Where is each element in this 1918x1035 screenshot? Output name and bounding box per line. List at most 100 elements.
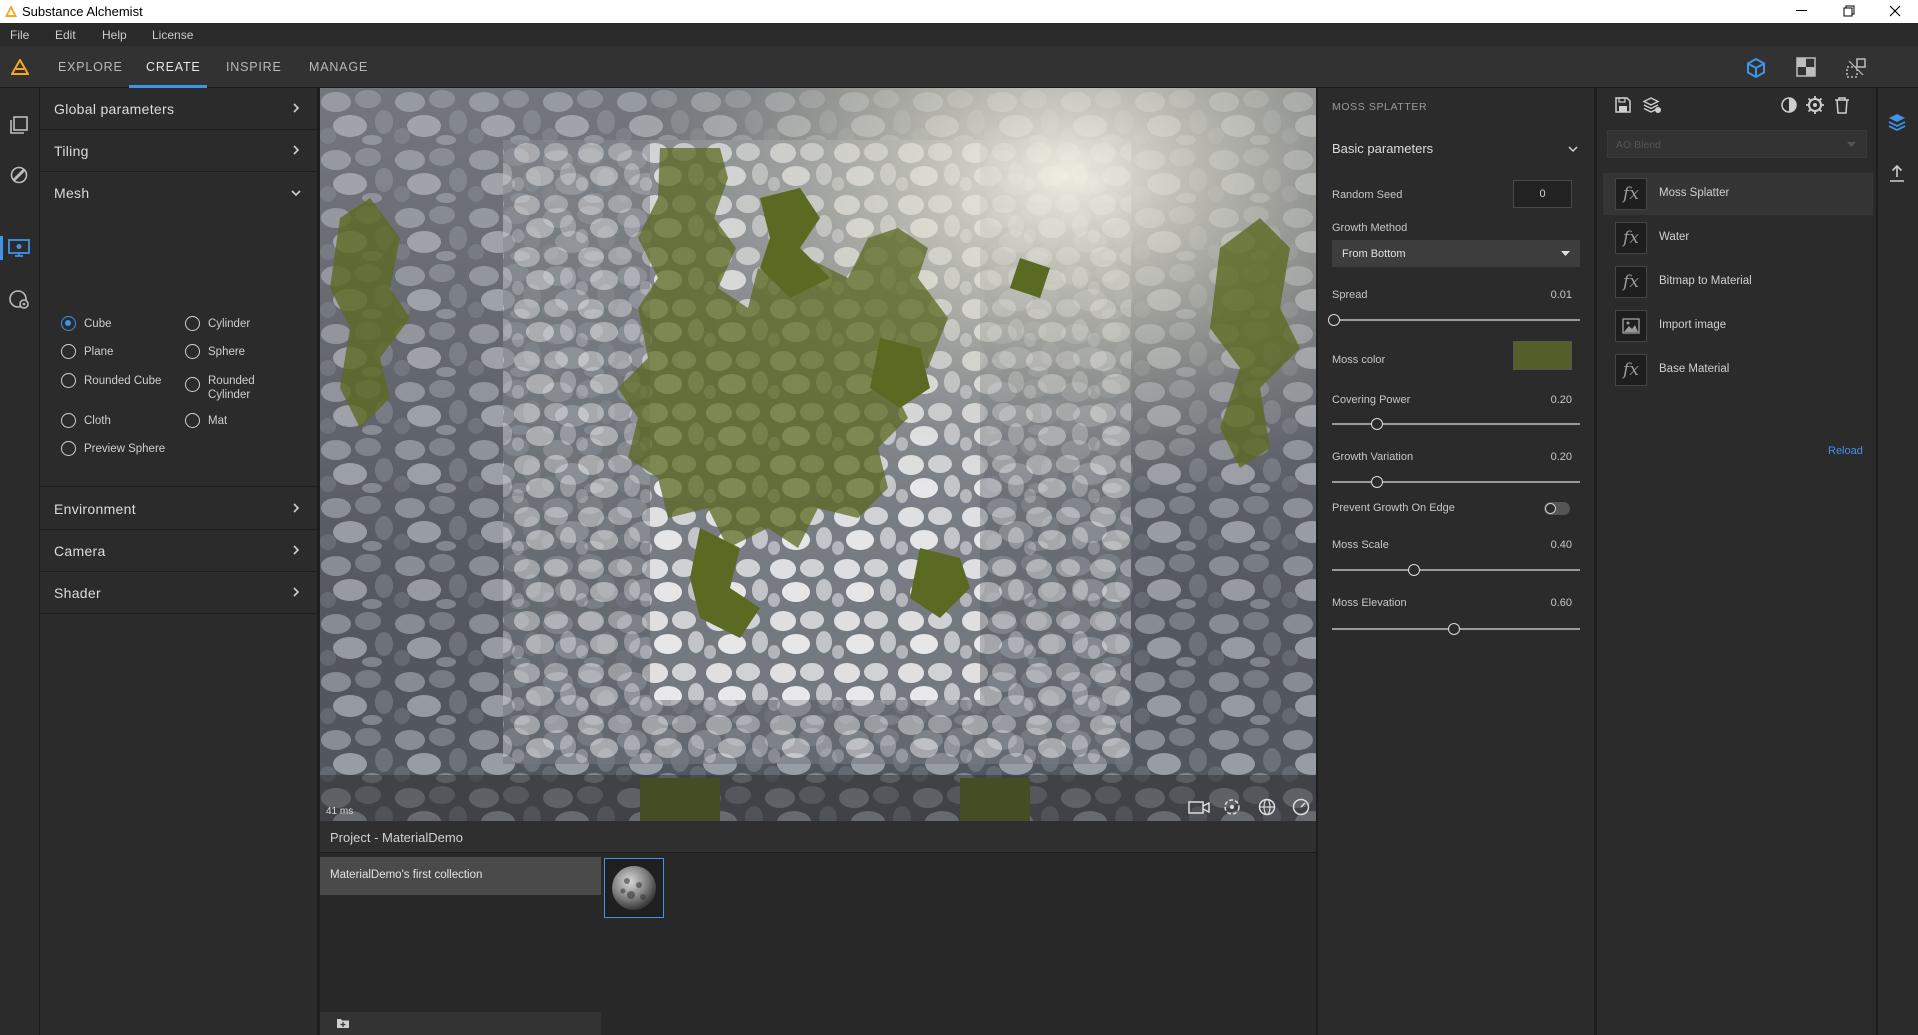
- menu-file[interactable]: File: [10, 28, 29, 42]
- mesh-section[interactable]: Mesh: [40, 172, 318, 214]
- group-title: Basic parameters: [1332, 141, 1434, 156]
- prevent-growth-toggle[interactable]: [1544, 502, 1570, 515]
- dropdown-arrow-icon: [1847, 142, 1856, 147]
- chevron-right-icon: [292, 545, 300, 555]
- random-seed-input[interactable]: 0: [1513, 180, 1572, 208]
- delete-icon[interactable]: [1834, 96, 1850, 114]
- chevron-right-icon: [292, 587, 300, 597]
- layer-item-moss-splatter[interactable]: fx Moss Splatter: [1603, 173, 1873, 215]
- menu-help[interactable]: Help: [102, 28, 127, 42]
- project-footer: [320, 1012, 601, 1035]
- app-logo-icon: [4, 4, 18, 18]
- covering-power-slider[interactable]: [1332, 418, 1580, 430]
- moss-color-swatch[interactable]: [1513, 341, 1572, 370]
- layers-stack-icon[interactable]: [1642, 96, 1662, 114]
- menu-license[interactable]: License: [152, 28, 193, 42]
- reset-view-icon[interactable]: [1291, 797, 1311, 817]
- blend-dropdown[interactable]: AO Blend: [1607, 130, 1867, 158]
- spread-slider[interactable]: [1328, 314, 1580, 326]
- material-render: [320, 88, 1316, 821]
- moss-elevation-value: 0.60: [1550, 597, 1572, 609]
- filter-settings-icon[interactable]: [1805, 95, 1825, 115]
- export-icon[interactable]: [1888, 164, 1906, 184]
- top-nav: EXPLORE CREATE INSPIRE MANAGE: [0, 46, 1918, 88]
- basic-parameters-group[interactable]: Basic parameters: [1318, 130, 1595, 166]
- split-view-icon[interactable]: [1845, 57, 1867, 79]
- material-thumbnail[interactable]: [604, 858, 664, 918]
- covering-power-value: 0.20: [1550, 394, 1572, 406]
- project-panel: Project - MaterialDemo MaterialDemo's fi…: [320, 821, 1316, 1035]
- covering-power-label: Covering Power: [1332, 394, 1411, 406]
- collection-item[interactable]: MaterialDemo's first collection: [320, 857, 601, 895]
- alchemist-logo-icon: [11, 59, 29, 75]
- 2d-view-icon[interactable]: [1796, 57, 1816, 77]
- layer-name: Moss Splatter: [1659, 187, 1730, 199]
- layer-item-bitmap-to-material[interactable]: fx Bitmap to Material: [1603, 261, 1873, 303]
- mesh-options: Cube Cylinder Plane Sphere Rounded Cube …: [40, 214, 318, 487]
- display-settings-icon[interactable]: [8, 238, 30, 258]
- right-toolbar: [1878, 88, 1918, 1035]
- moss-scale-slider[interactable]: [1332, 564, 1580, 576]
- image-icon: [1615, 310, 1647, 342]
- left-toolbar: [0, 88, 40, 1035]
- material-sphere-icon: [612, 866, 656, 910]
- layer-name: Water: [1659, 231, 1690, 243]
- radio-icon: [61, 344, 76, 359]
- growth-variation-label: Growth Variation: [1332, 451, 1414, 463]
- camera-section[interactable]: Camera: [40, 530, 318, 572]
- blend-placeholder: AO Blend: [1616, 139, 1661, 151]
- layer-name: Bitmap to Material: [1659, 275, 1752, 287]
- save-icon[interactable]: [1614, 96, 1632, 114]
- environment-rotate-icon[interactable]: [1257, 797, 1277, 817]
- section-title: Camera: [54, 543, 106, 559]
- section-title: Mesh: [54, 185, 90, 201]
- title-bar: Substance Alchemist: [0, 0, 1918, 23]
- chevron-right-icon: [292, 103, 300, 113]
- camera-icon[interactable]: [1188, 798, 1210, 816]
- collection-name: MaterialDemo's first collection: [330, 869, 483, 881]
- tab-create[interactable]: CREATE: [146, 60, 201, 74]
- viewport-3d[interactable]: 41 ms: [320, 88, 1316, 821]
- add-collection-icon[interactable]: [336, 1017, 350, 1029]
- layer-stack-icon[interactable]: [1887, 112, 1907, 132]
- close-icon[interactable]: [1889, 5, 1901, 17]
- spread-value: 0.01: [1550, 289, 1572, 301]
- growth-variation-slider[interactable]: [1332, 476, 1580, 488]
- reload-link[interactable]: Reload: [1828, 445, 1863, 457]
- radio-icon: [61, 316, 76, 331]
- moss-scale-value: 0.40: [1550, 539, 1572, 551]
- environment-section[interactable]: Environment: [40, 488, 318, 530]
- global-parameters-section[interactable]: Global parameters: [40, 88, 318, 130]
- tiling-section[interactable]: Tiling: [40, 130, 318, 172]
- frame-time: 41 ms: [326, 806, 354, 817]
- material-icon[interactable]: [9, 165, 29, 185]
- random-seed-label: Random Seed: [1332, 189, 1403, 201]
- 3d-view-icon[interactable]: [1745, 57, 1767, 79]
- chevron-right-icon: [292, 145, 300, 155]
- layer-item-base-material[interactable]: fx Base Material: [1603, 349, 1873, 391]
- growth-method-dropdown[interactable]: From Bottom: [1332, 240, 1580, 267]
- layer-item-water[interactable]: fx Water: [1603, 217, 1873, 259]
- tab-explore[interactable]: EXPLORE: [58, 60, 123, 74]
- minimize-icon[interactable]: [1796, 10, 1807, 11]
- mask-icon[interactable]: [1780, 96, 1798, 114]
- prevent-growth-label: Prevent Growth On Edge: [1332, 502, 1455, 514]
- rotate-icon[interactable]: [1222, 797, 1242, 817]
- layer-item-import-image[interactable]: Import image: [1603, 305, 1873, 347]
- radio-icon: [185, 344, 200, 359]
- section-title: Global parameters: [54, 101, 175, 117]
- layers-icon[interactable]: [9, 115, 29, 135]
- tab-inspire[interactable]: INSPIRE: [226, 60, 282, 74]
- filter-parameters-panel: MOSS SPLATTER Basic parameters Random Se…: [1318, 88, 1595, 1035]
- radio-icon: [61, 413, 76, 428]
- tab-manage[interactable]: MANAGE: [309, 60, 368, 74]
- menu-edit[interactable]: Edit: [55, 28, 76, 42]
- environment-settings-icon[interactable]: [8, 288, 30, 310]
- active-indicator: [0, 236, 3, 260]
- moss-elevation-slider[interactable]: [1332, 623, 1580, 635]
- project-title: Project - MaterialDemo: [330, 830, 463, 845]
- shader-section[interactable]: Shader: [40, 572, 318, 614]
- restore-icon[interactable]: [1843, 5, 1855, 17]
- section-title: Shader: [54, 585, 101, 601]
- chevron-down-icon: [1568, 145, 1578, 153]
